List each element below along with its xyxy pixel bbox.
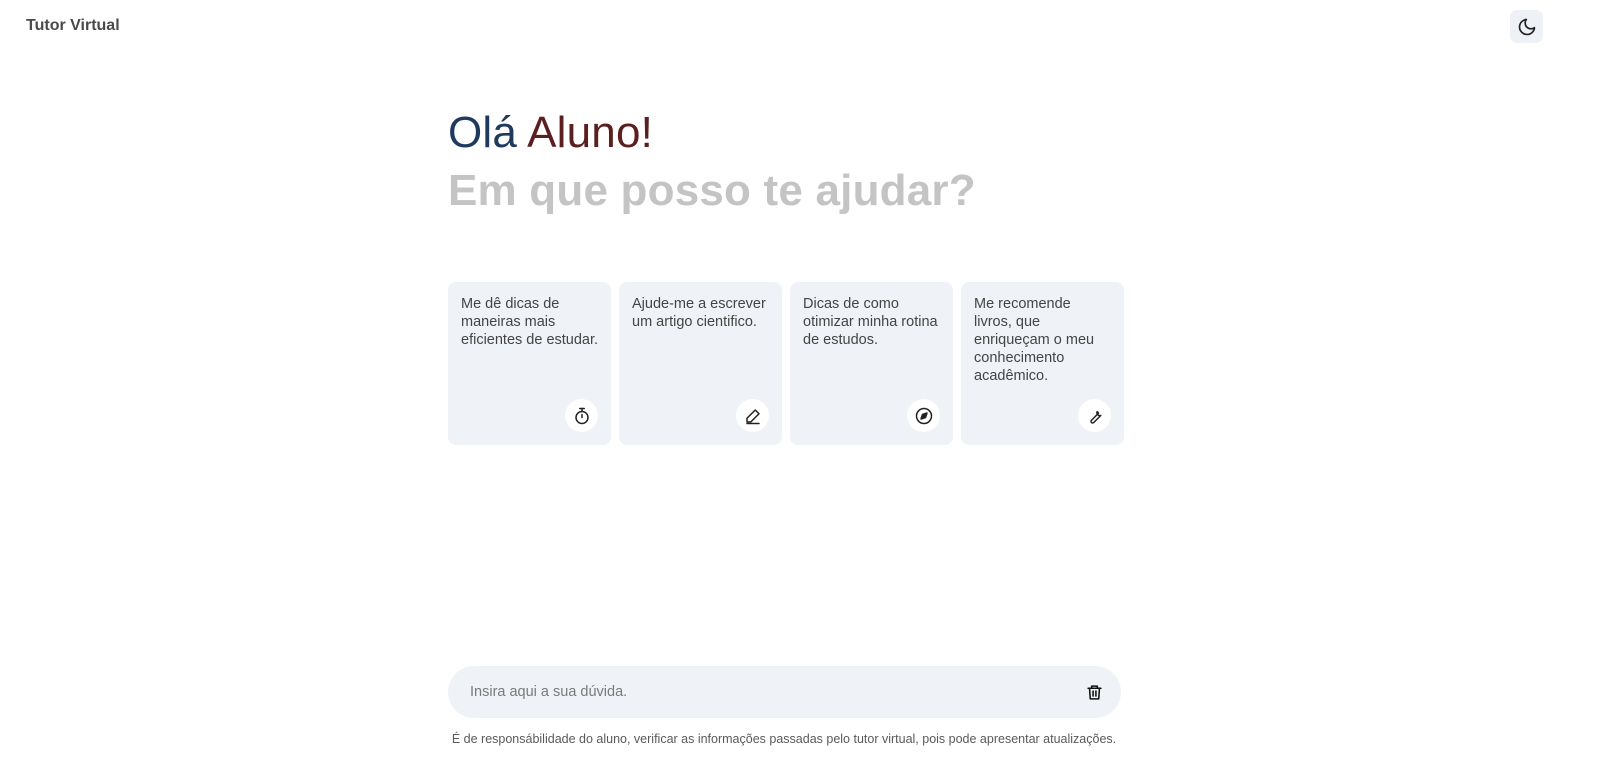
suggestion-card-study-tips[interactable]: Me dê dicas de maneiras mais eficientes … — [448, 282, 611, 445]
clear-chat-button[interactable] — [1084, 682, 1104, 702]
suggestion-card-text: Me dê dicas de maneiras mais eficientes … — [461, 296, 599, 348]
trash-icon — [1086, 684, 1103, 701]
question-input[interactable] — [470, 666, 1060, 718]
disclaimer-text: É de responsábilidade do aluno, verifica… — [451, 732, 1117, 746]
wrench-icon — [1078, 399, 1111, 432]
compass-icon — [907, 399, 940, 432]
suggestion-card-article[interactable]: Ajude-me a escrever um artigo cientifico… — [619, 282, 782, 445]
chat-input-bar — [448, 666, 1121, 718]
top-bar: Tutor Virtual — [0, 0, 1600, 54]
greeting-name: Aluno! — [527, 108, 654, 157]
moon-icon — [1517, 17, 1537, 37]
suggestion-card-text: Dicas de como otimizar minha rotina de e… — [803, 296, 938, 348]
greeting-hello: Olá — [448, 108, 518, 157]
stopwatch-icon — [565, 399, 598, 432]
suggestion-card-routine[interactable]: Dicas de como otimizar minha rotina de e… — [790, 282, 953, 445]
app-title: Tutor Virtual — [26, 17, 120, 34]
theme-toggle-button[interactable] — [1510, 10, 1543, 43]
suggestion-cards: Me dê dicas de maneiras mais eficientes … — [448, 282, 1124, 445]
greeting-subtitle: Em que posso te ajudar? — [448, 166, 976, 215]
suggestion-card-text: Ajude-me a escrever um artigo cientifico… — [632, 296, 766, 330]
pencil-icon — [736, 399, 769, 432]
suggestion-card-text: Me recomende livros, que enriqueçam o me… — [974, 296, 1095, 384]
suggestion-card-books[interactable]: Me recomende livros, que enriqueçam o me… — [961, 282, 1124, 445]
greeting-heading: Olá Aluno! — [448, 104, 653, 162]
